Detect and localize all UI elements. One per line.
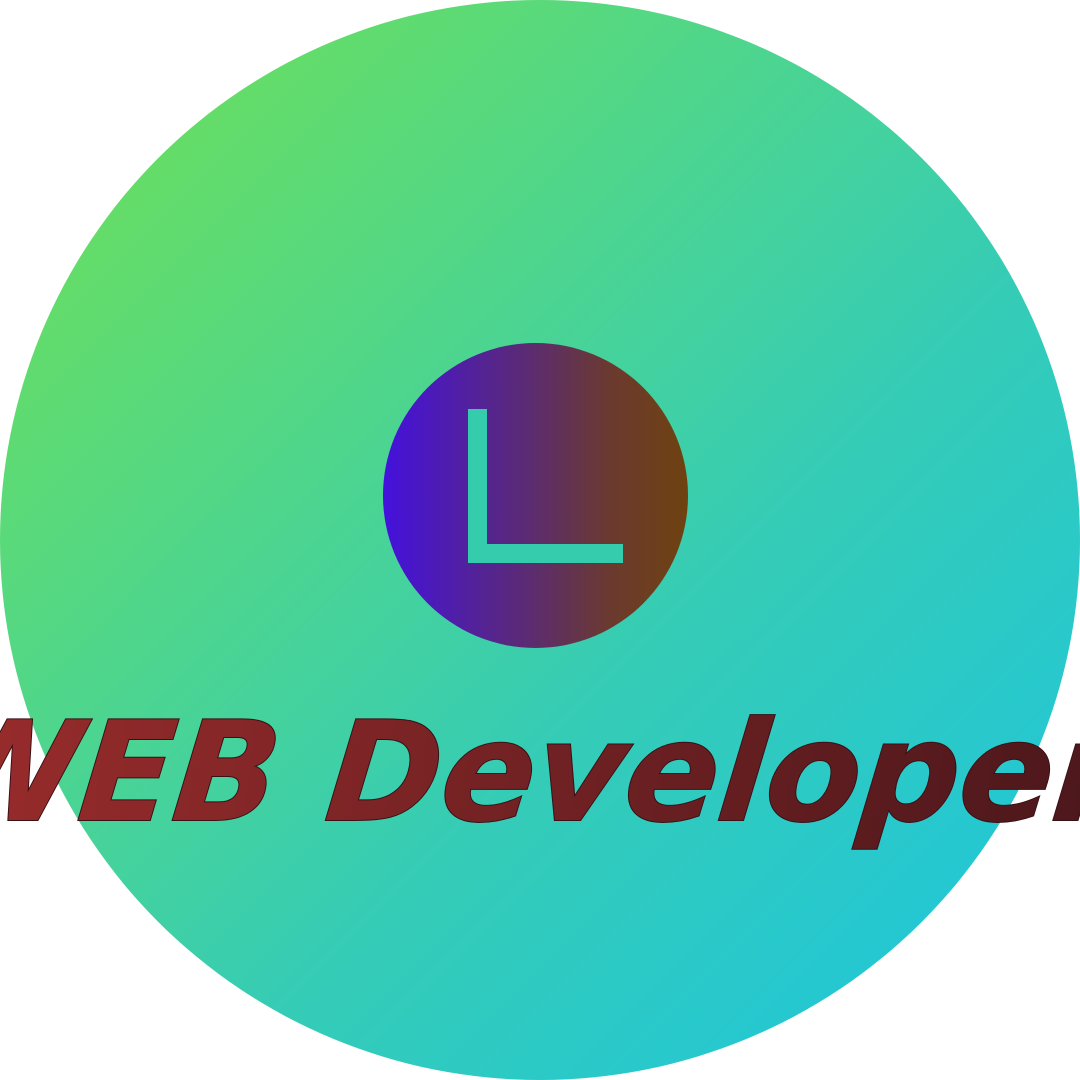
profile-badge: WEB Developer — [0, 0, 1080, 1080]
logo-letter-icon — [468, 409, 623, 563]
logo-mark — [383, 343, 688, 648]
headline: WEB Developer — [0, 680, 1080, 880]
headline-text: WEB Developer — [0, 692, 1080, 853]
